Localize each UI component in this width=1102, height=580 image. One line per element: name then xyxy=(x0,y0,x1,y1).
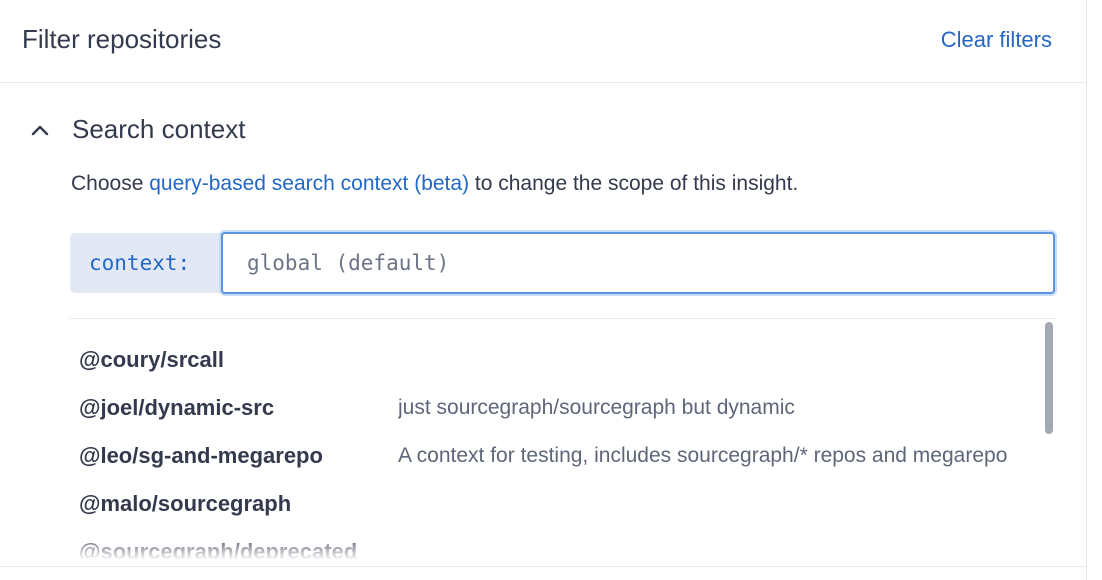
context-prefix-label: context: xyxy=(70,233,222,293)
clear-filters-link[interactable]: Clear filters xyxy=(941,27,1052,53)
search-context-toggle[interactable] xyxy=(28,112,52,150)
suggestion-description: A context for testing, includes sourcegr… xyxy=(398,444,1008,467)
description-prefix: Choose xyxy=(71,172,150,195)
suggestions-scrollbar[interactable] xyxy=(1045,322,1053,434)
suggestion-item[interactable]: @coury/srcall xyxy=(70,337,1040,383)
chevron-up-icon xyxy=(31,125,49,136)
suggestion-name: @sourcegraph/deprecated xyxy=(79,539,358,559)
panel-header: Filter repositories Clear filters xyxy=(0,0,1086,83)
suggestion-item[interactable]: @sourcegraph/deprecated xyxy=(70,529,1040,559)
panel-title: Filter repositories xyxy=(22,24,222,54)
suggestion-name: @leo/sg-and-megarepo xyxy=(79,443,323,468)
suggestion-description: just sourcegraph/sourcegraph but dynamic xyxy=(398,396,795,419)
footer-divider xyxy=(0,566,1086,567)
suggestion-item[interactable]: @malo/sourcegraph xyxy=(70,481,1040,527)
suggestion-name: @joel/dynamic-src xyxy=(79,395,275,420)
suggestion-item[interactable]: @leo/sg-and-megarepo A context for testi… xyxy=(70,433,1040,479)
description-suffix: to change the scope of this insight. xyxy=(469,172,799,195)
search-context-description: Choose query-based search context (beta)… xyxy=(71,172,798,196)
search-context-title: Search context xyxy=(72,114,246,144)
suggestion-name: @malo/sourcegraph xyxy=(79,491,292,516)
search-context-docs-link[interactable]: query-based search context (beta) xyxy=(149,172,469,195)
suggestion-name: @coury/srcall xyxy=(79,347,224,372)
suggestion-item[interactable]: @joel/dynamic-src just sourcegraph/sourc… xyxy=(70,385,1040,431)
search-context-input[interactable] xyxy=(221,232,1055,294)
context-input-group: context: xyxy=(70,232,1056,294)
context-suggestions-list: @coury/srcall @joel/dynamic-src just sou… xyxy=(70,318,1056,559)
filter-repositories-panel: Filter repositories Clear filters Search… xyxy=(0,0,1087,580)
